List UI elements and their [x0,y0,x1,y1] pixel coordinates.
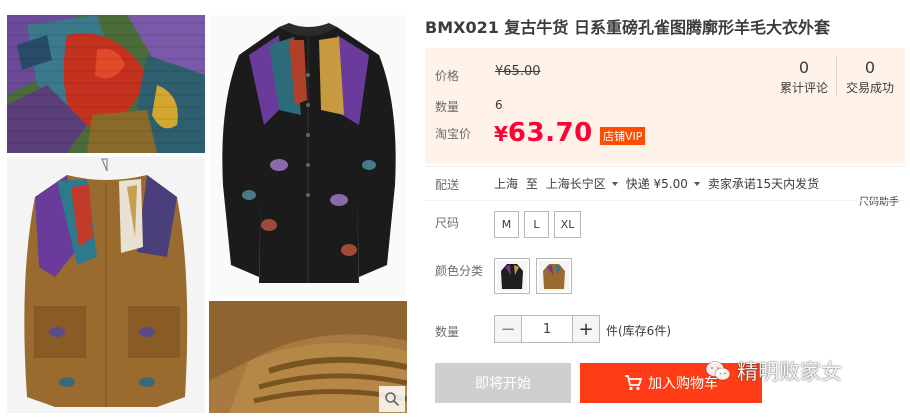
knit-pattern-graphic [7,15,205,153]
shipping-info: 上海 至 上海长宁区 快递 ¥5.00 卖家承诺15天内发货 [494,175,819,192]
black-coat-swatch [497,261,527,291]
coming-soon-button[interactable]: 即将开始 [435,363,571,403]
brown-coat-swatch [539,261,569,291]
product-image-black-coat[interactable] [209,15,407,297]
chevron-down-icon [693,181,700,186]
quantity-increase-button[interactable]: + [572,315,600,343]
brown-coat-graphic [7,157,205,413]
color-option-black[interactable] [494,258,530,294]
shipping-label: 配送 [435,178,460,192]
ship-from: 上海 [494,177,519,191]
color-option-brown[interactable] [536,258,572,294]
stat-divider [836,56,837,96]
shipping-method-value: 快递 ¥5.00 [625,177,688,191]
watermark: 精明败家女 [705,356,842,386]
price-panel: 价格 ¥65.00 数量 6 淘宝价 ¥63.70 店铺VIP 0 累计评论 0… [425,48,905,163]
product-image-brown-coat[interactable] [7,157,205,413]
quantity-label: 数量 [435,325,460,339]
shopping-cart-icon [625,375,642,391]
deals-label: 交易成功 [845,81,894,95]
original-price: ¥65.00 [495,64,541,79]
sale-price: ¥63.70 [494,118,593,148]
quantity-input[interactable]: 1 [521,315,573,343]
black-coat-graphic [209,15,407,297]
reviews-stat[interactable]: 0 累计评论 [773,58,835,96]
product-title: BMX021 复古牛货 日系重磅孔雀图腾廓形羊毛大衣外套 [425,18,830,37]
sale-price-amount: 63.70 [507,118,593,148]
currency-symbol: ¥ [494,122,508,146]
divider [425,166,905,167]
fabric-detail-graphic [209,301,407,413]
deals-stat[interactable]: 0 交易成功 [839,58,901,96]
wechat-icon [705,361,731,381]
quantity-sold-label: 数量 [435,100,460,114]
destination-selector[interactable]: 上海长宁区 [546,177,626,191]
size-option-l[interactable]: L [524,211,549,238]
shipping-promise: 卖家承诺15天内发货 [707,177,820,191]
shipping-method-selector[interactable]: 快递 ¥5.00 [626,177,708,191]
price-label: 价格 [435,69,460,83]
stock-text: 件(库存6件) [606,324,671,338]
zoom-button[interactable] [379,386,405,412]
deals-count: 0 [864,58,876,77]
ship-to-word: 至 [525,177,538,191]
quantity-sold-value: 6 [495,98,503,112]
product-image-knit-closeup[interactable] [7,15,205,153]
size-option-xl[interactable]: XL [554,211,581,238]
watermark-text: 精明败家女 [737,360,842,384]
chevron-down-icon [611,181,618,186]
reviews-label: 累计评论 [779,81,828,95]
taobao-price-label: 淘宝价 [435,127,472,141]
vip-badge[interactable]: 店铺VIP [600,127,646,145]
divider [425,200,905,201]
product-image-fabric-detail[interactable] [209,301,407,413]
quantity-decrease-button[interactable]: − [494,315,522,343]
destination-value: 上海长宁区 [545,177,606,191]
size-option-m[interactable]: M [494,211,519,238]
product-page: BMX021 复古牛货 日系重磅孔雀图腾廓形羊毛大衣外套 价格 ¥65.00 数… [0,0,910,418]
magnifier-icon [385,392,400,407]
color-label: 颜色分类 [435,264,484,278]
size-label: 尺码 [435,216,460,230]
reviews-count: 0 [798,58,810,77]
